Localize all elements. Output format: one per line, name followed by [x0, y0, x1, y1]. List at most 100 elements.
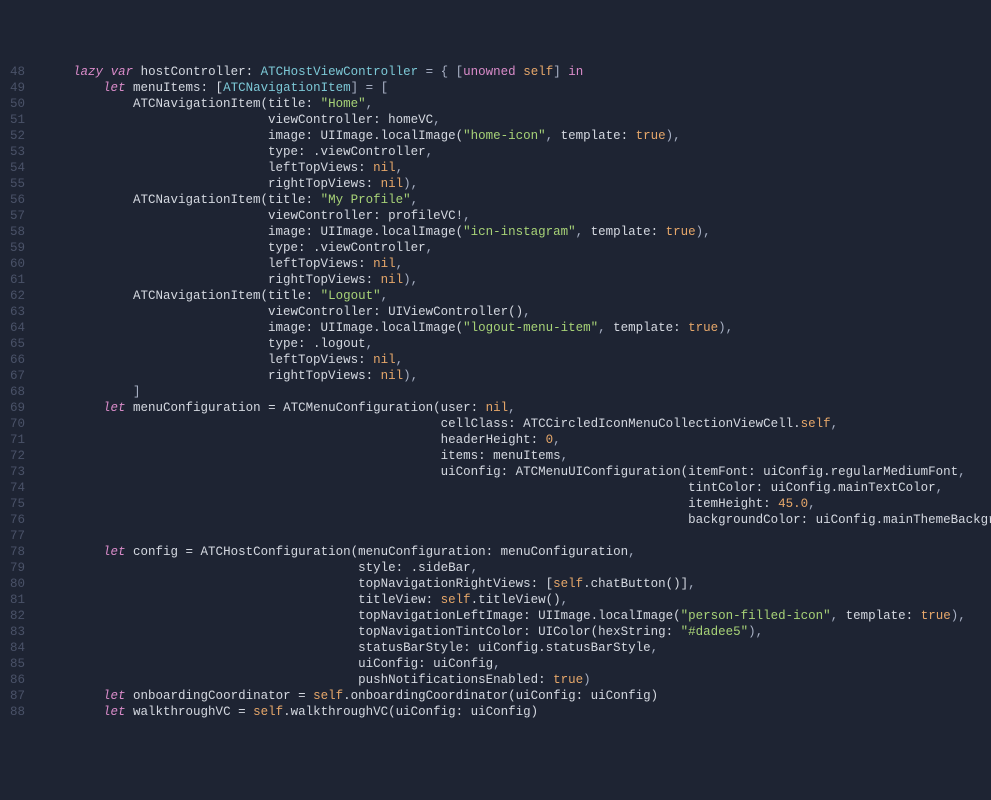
line-number: 48 [10, 64, 25, 80]
token: ] = [ [351, 81, 389, 95]
token: "person-filled-icon" [681, 609, 831, 623]
token: , [831, 417, 839, 431]
token: ATCNavigationItem [223, 81, 351, 95]
line-number: 75 [10, 496, 25, 512]
token: template: [561, 129, 636, 143]
token: , [651, 641, 659, 655]
token [43, 689, 103, 703]
token: ] [133, 385, 141, 399]
token: template: [846, 609, 921, 623]
line-number: 76 [10, 512, 25, 528]
token: uiConfig: uiConfig [43, 657, 493, 671]
token: nil [373, 353, 396, 367]
token: menuItems: [ [126, 81, 224, 95]
code-line: image: UIImage.localImage("logout-menu-i… [43, 320, 991, 336]
code-line: ] [43, 384, 991, 400]
line-number: 87 [10, 688, 25, 704]
token: , [426, 241, 434, 255]
token: , [381, 289, 389, 303]
code-line: uiConfig: uiConfig, [43, 656, 991, 672]
code-line: image: UIImage.localImage("home-icon", t… [43, 128, 991, 144]
code-line: uiConfig: ATCMenuUIConfiguration(itemFon… [43, 464, 991, 480]
token: ), [403, 369, 418, 383]
token: leftTopViews: [43, 161, 373, 175]
code-line: cellClass: ATCCircledIconMenuCollectionV… [43, 416, 991, 432]
line-number: 64 [10, 320, 25, 336]
token: .chatButton()] [583, 577, 688, 591]
line-number: 74 [10, 480, 25, 496]
token: , [598, 321, 613, 335]
token: topNavigationTintColor: UIColor(hexStrin… [43, 625, 681, 639]
line-number: 71 [10, 432, 25, 448]
token: = { [ [426, 65, 464, 79]
token: .titleView() [471, 593, 561, 607]
code-line: statusBarStyle: uiConfig.statusBarStyle, [43, 640, 991, 656]
token: true [688, 321, 718, 335]
code-editor: 4849505152535455565758596061626364656667… [0, 64, 991, 720]
token: ATCHostViewController [261, 65, 419, 79]
line-number: 62 [10, 288, 25, 304]
line-number: 59 [10, 240, 25, 256]
token: viewController: homeVC [43, 113, 433, 127]
token: headerHeight: [43, 433, 546, 447]
token [43, 385, 133, 399]
token: , [576, 225, 591, 239]
line-number-gutter: 4849505152535455565758596061626364656667… [0, 64, 43, 720]
code-line: ATCNavigationItem(title: "My Profile", [43, 192, 991, 208]
code-line: topNavigationLeftImage: UIImage.localIma… [43, 608, 991, 624]
code-line: headerHeight: 0, [43, 432, 991, 448]
token: style: .sideBar [43, 561, 471, 575]
token: nil [381, 273, 404, 287]
code-line: itemHeight: 45.0, [43, 496, 991, 512]
code-line: ATCNavigationItem(title: "Logout", [43, 288, 991, 304]
token: ), [403, 273, 418, 287]
token: walkthroughVC = [126, 705, 254, 719]
token: ), [666, 129, 681, 143]
token: template: [613, 321, 688, 335]
code-line: viewController: homeVC, [43, 112, 991, 128]
code-line: let onboardingCoordinator = self.onboard… [43, 688, 991, 704]
line-number: 66 [10, 352, 25, 368]
token: let [103, 689, 126, 703]
token: viewController: UIViewController() [43, 305, 523, 319]
line-number: 73 [10, 464, 25, 480]
code-line: rightTopViews: nil), [43, 368, 991, 384]
line-number: 52 [10, 128, 25, 144]
token: ATCNavigationItem(title: [43, 97, 321, 111]
token: , [426, 145, 434, 159]
token: , [546, 129, 561, 143]
token: 45.0 [778, 497, 808, 511]
token: self [253, 705, 283, 719]
token: leftTopViews: [43, 353, 373, 367]
token: true [666, 225, 696, 239]
token: "home-icon" [463, 129, 546, 143]
token: nil [381, 369, 404, 383]
line-number: 51 [10, 112, 25, 128]
token: , [936, 481, 944, 495]
token: let [103, 705, 126, 719]
token [43, 401, 103, 415]
line-number: 88 [10, 704, 25, 720]
line-number: 77 [10, 528, 25, 544]
token: nil [373, 257, 396, 271]
token: , [523, 305, 531, 319]
code-line: let menuItems: [ATCNavigationItem] = [ [43, 80, 991, 96]
code-line: backgroundColor: uiConfig.mainThemeBackg… [43, 512, 991, 528]
line-number: 79 [10, 560, 25, 576]
token: , [958, 465, 966, 479]
token: , [688, 577, 696, 591]
token: lazy [73, 65, 103, 79]
token: , [561, 449, 569, 463]
token [43, 65, 73, 79]
token: nil [381, 177, 404, 191]
token: ) [583, 673, 591, 687]
token: rightTopViews: [43, 369, 381, 383]
code-line: viewController: UIViewController(), [43, 304, 991, 320]
token: config = ATCHostConfiguration(menuConfig… [126, 545, 629, 559]
token: "My Profile" [321, 193, 411, 207]
line-number: 84 [10, 640, 25, 656]
code-body: lazy var hostController: ATCHostViewCont… [43, 64, 991, 720]
token: "logout-menu-item" [463, 321, 598, 335]
token: , [628, 545, 636, 559]
code-line: topNavigationTintColor: UIColor(hexStrin… [43, 624, 991, 640]
